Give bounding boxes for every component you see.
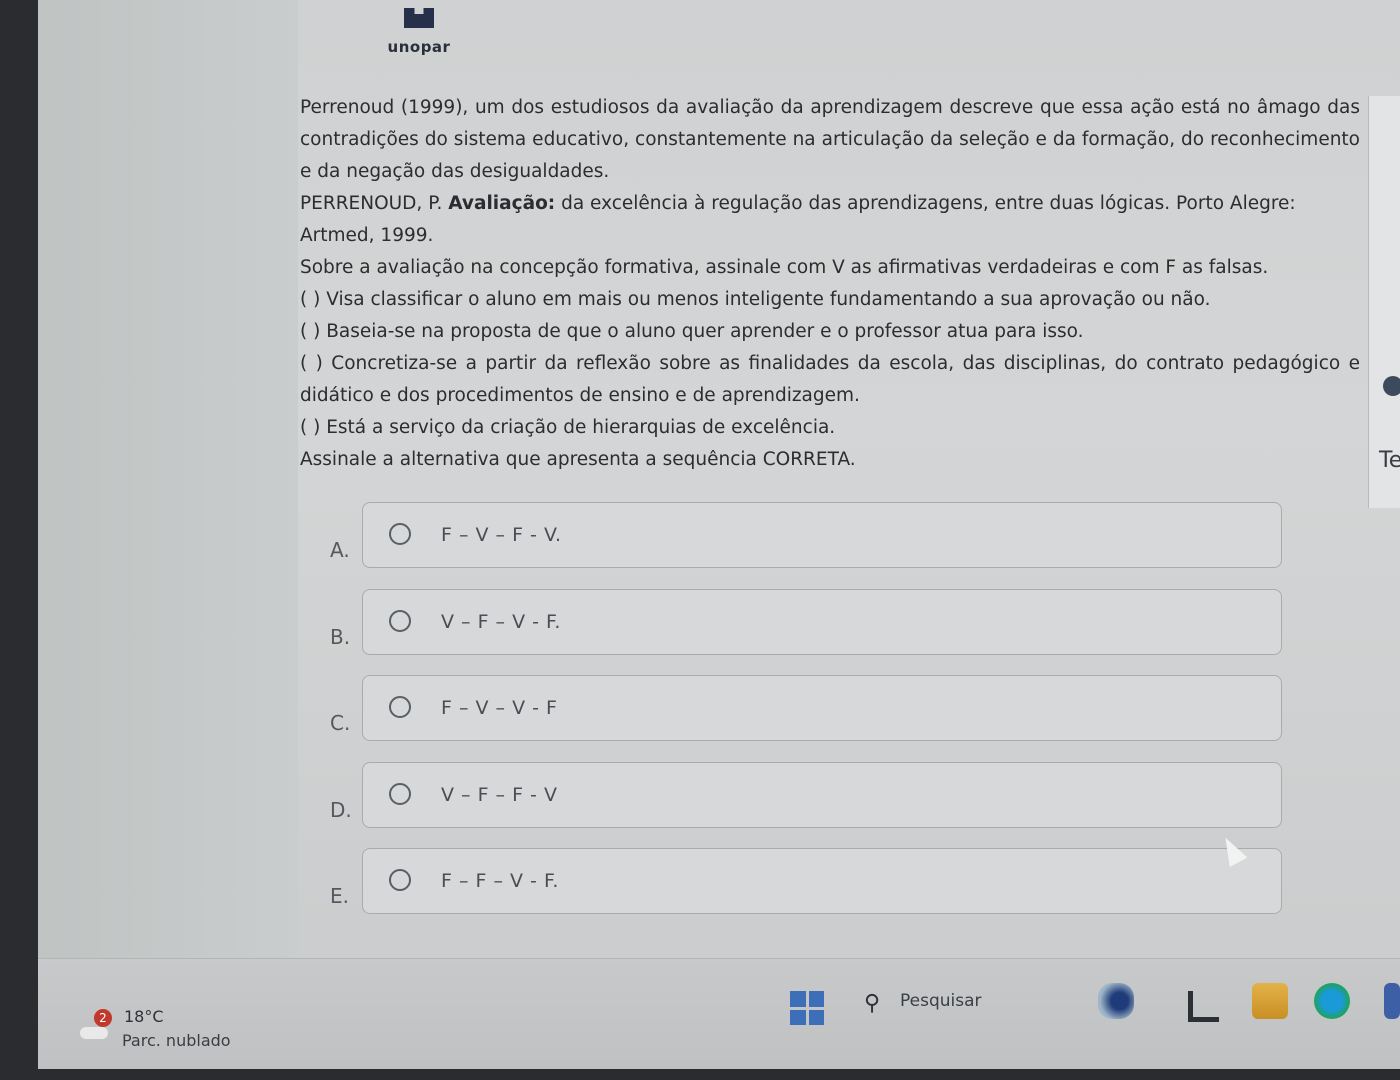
reference-title: Avaliação: (448, 193, 556, 214)
search-icon[interactable]: ⚲ (864, 991, 880, 1016)
reference: PERRENOUD, P. Avaliação: da excelência à… (300, 188, 1360, 252)
radio-button[interactable] (389, 523, 411, 545)
option-text: F – V – F - V. (441, 524, 562, 546)
radio-button[interactable] (389, 782, 411, 805)
question-prompt: Assinale a alternativa que apresenta a s… (300, 449, 856, 470)
option-letter: E. (330, 884, 349, 908)
option-b: B. V – F – V - F. (330, 588, 1290, 676)
option-text: F – V – V - F (441, 697, 558, 719)
option-letter: A. (330, 538, 350, 562)
widgets-icon[interactable] (1098, 983, 1134, 1019)
option-letter: B. (330, 624, 351, 649)
option-letter: C. (330, 711, 351, 735)
windows-start-icon[interactable] (790, 991, 824, 1025)
unopar-logo: unopar (384, 4, 454, 60)
option-d: D. V – F – F - V (330, 761, 1290, 849)
statement-3: ( ) Concretiza-se a partir da reflexão s… (300, 353, 1360, 406)
option-a: A. F – V – F - V. (330, 502, 1290, 589)
unopar-logo-icon (404, 8, 434, 28)
question-instruction: Sobre a avaliação na concepção formativa… (300, 257, 1269, 278)
option-e-box[interactable]: F – F – V - F. (362, 848, 1282, 914)
radio-button[interactable] (389, 869, 411, 891)
file-explorer-icon[interactable] (1252, 983, 1288, 1019)
option-c-box[interactable]: F – V – V - F (362, 675, 1282, 741)
option-c: C. F – V – V - F (330, 675, 1290, 762)
answer-options: A. F – V – F - V. B. V – F – V - F. C. F… (330, 502, 1290, 935)
statement-1: ( ) Visa classificar o aluno em mais ou … (300, 289, 1211, 310)
option-a-box[interactable]: F – V – F - V. (362, 502, 1282, 568)
question-content: Perrenoud (1999), um dos estudiosos da a… (300, 92, 1360, 476)
option-e: E. F – F – V - F. (330, 848, 1290, 935)
left-margin (38, 0, 298, 960)
option-text: V – F – F - V (441, 783, 558, 806)
taskbar: 2 18°C Parc. nublado ⚲ Pesquisar (38, 958, 1400, 1069)
side-panel-text: Te (1379, 448, 1400, 473)
notification-badge: 2 (94, 1009, 112, 1027)
statement-2: ( ) Baseia-se na proposta de que o aluno… (300, 321, 1084, 342)
radio-button[interactable] (389, 696, 411, 718)
weather-condition[interactable]: Parc. nublado (122, 1031, 231, 1050)
option-d-box[interactable]: V – F – F - V (362, 761, 1282, 828)
option-text: V – F – V - F. (441, 610, 561, 633)
option-b-box[interactable]: V – F – V - F. (362, 588, 1282, 655)
side-panel: Te (1368, 96, 1400, 508)
statement-4: ( ) Está a serviço da criação de hierarq… (300, 417, 836, 438)
option-letter: D. (330, 797, 352, 822)
edge-browser-icon[interactable] (1314, 983, 1350, 1019)
question-paragraph: Perrenoud (1999), um dos estudiosos da a… (300, 97, 1360, 182)
taskbar-search[interactable]: Pesquisar (900, 991, 982, 1011)
radio-button[interactable] (389, 609, 411, 632)
browser-viewport: unopar Perrenoud (1999), um dos estudios… (38, 0, 1400, 1068)
app-icon[interactable] (1384, 983, 1400, 1019)
task-view-icon[interactable] (1188, 991, 1219, 1022)
cloud-icon[interactable] (80, 1027, 108, 1039)
panel-handle-icon[interactable] (1383, 376, 1400, 396)
reference-author: PERRENOUD, P. (300, 193, 443, 214)
weather-temperature[interactable]: 18°C (124, 1007, 164, 1026)
option-text: F – F – V - F. (441, 870, 559, 892)
logo-text: unopar (387, 38, 451, 56)
